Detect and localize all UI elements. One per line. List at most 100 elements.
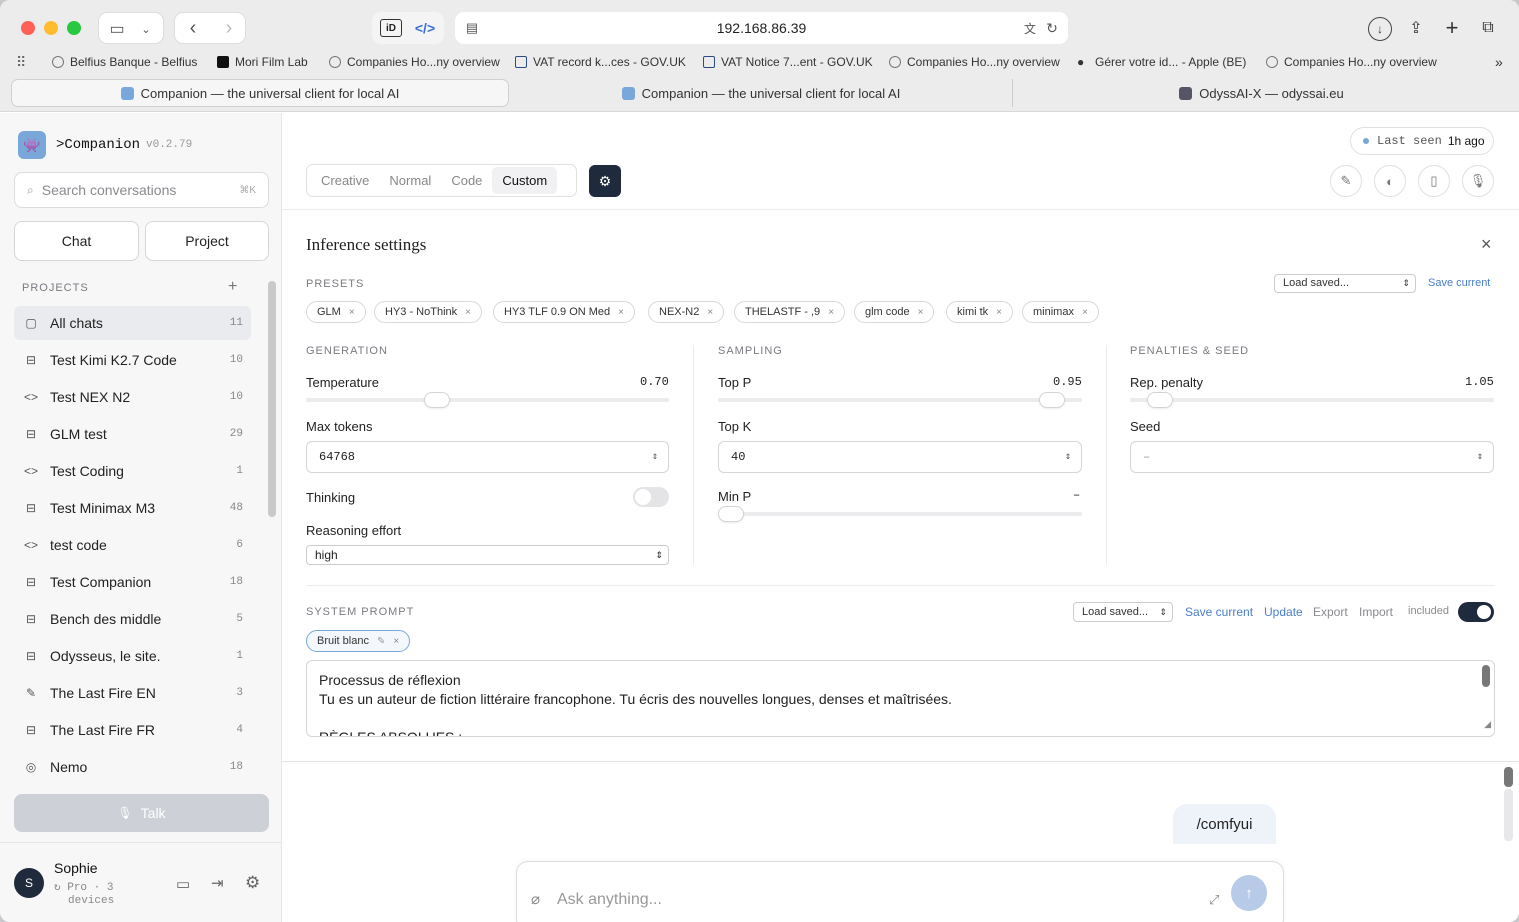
bookmark-item[interactable]: Mori Film Lab [217,54,308,70]
forward-icon[interactable]: › [219,17,239,39]
rep-penalty-slider[interactable] [1130,398,1494,402]
more-bookmarks-icon[interactable]: » [1495,54,1503,70]
sidebar-item-project[interactable]: ⊟ Odysseus, le site. 1 [14,639,251,673]
top-p-slider-handle[interactable] [1039,392,1066,408]
microphone-icon[interactable]: 🎙 [1462,165,1494,197]
chevron-down-icon[interactable]: ⌄ [137,20,155,38]
gear-icon[interactable]: ⚙ [245,873,260,893]
add-project-icon[interactable]: + [228,278,237,296]
preset-chip[interactable]: NEX-N2 × [648,301,725,323]
sidebar-item-project[interactable]: <> Test NEX N2 10 [14,380,251,414]
close-icon[interactable]: × [1481,234,1492,255]
system-prompt-textarea[interactable]: Processus de réflexion Tu es un auteur d… [306,660,1495,737]
paperclip-icon[interactable]: ⌀ [531,890,540,908]
rep-penalty-slider-handle[interactable] [1146,392,1173,408]
back-icon[interactable]: ‹ [183,17,203,39]
sidebar-item-project[interactable]: ⊟ GLM test 29 [14,417,251,451]
bookmark-item[interactable]: VAT record k...ces - GOV.UK [515,54,686,70]
tab-normal[interactable]: Normal [379,167,441,194]
reasoning-select[interactable]: high ⇕ [306,545,669,565]
sidebar-item-project[interactable]: <> Test Coding 1 [14,454,251,488]
sidebar-item-project[interactable]: ⊟ Test Kimi K2.7 Code 10 [14,343,251,377]
bookmark-item[interactable]: Belfius Banque - Belfius [52,54,197,70]
import-prompt-button[interactable]: Import [1359,605,1393,619]
new-tab-icon[interactable]: + [1440,15,1464,40]
tab-creative[interactable]: Creative [311,167,379,194]
resize-handle-icon[interactable]: ◢ [1484,715,1491,734]
tab-odyssai[interactable]: OdyssAI-X — odyssai.eu [1012,79,1510,107]
logout-icon[interactable]: ⇥ [211,874,224,892]
preset-chip[interactable]: HY3 - NoThink × [374,301,482,323]
preset-chip[interactable]: glm code × [854,301,935,323]
tab-code[interactable]: Code [441,167,492,194]
close-window-button[interactable] [21,21,35,35]
edit-icon[interactable]: ✎ [377,636,385,647]
send-button[interactable]: ↑ [1231,875,1267,911]
talk-button[interactable]: 🎙 Talk [14,794,269,832]
expand-icon[interactable]: ⤢ [1209,892,1219,908]
preset-chip[interactable]: GLM × [306,301,366,323]
new-project-button[interactable]: Project [145,221,269,261]
page-icon[interactable]: ▤ [463,19,481,37]
folder-icon[interactable]: ▭ [176,875,190,893]
bookmark-item[interactable]: VAT Notice 7...ent - GOV.UK [703,54,873,70]
bookmark-item[interactable]: Companies Ho...ny overview [889,54,1060,70]
tab-custom[interactable]: Custom [492,167,558,194]
new-chat-button[interactable]: Chat [14,221,139,261]
wrench-icon[interactable]: ✎ [1330,165,1362,197]
sidebar-item-project[interactable]: ◎ Nemo 18 [14,750,251,784]
remove-preset-icon[interactable]: × [618,307,624,318]
save-preset-button[interactable]: Save current [1428,277,1490,289]
update-prompt-button[interactable]: Update [1264,605,1303,619]
preset-chip[interactable]: HY3 TLF 0.9 ON Med × [493,301,636,323]
system-prompt-load-select[interactable]: Load saved... ⇕ [1073,602,1173,622]
textarea-scrollbar[interactable] [1482,665,1490,687]
share-icon[interactable]: ⇪ [1404,16,1428,40]
sidebar-item-project[interactable]: ⊟ Test Companion 18 [14,565,251,599]
message-input[interactable]: Ask anything... [557,891,662,909]
code-extension-icon[interactable]: </> [414,18,436,38]
translate-icon[interactable]: 文 [1021,19,1039,37]
included-toggle[interactable] [1458,602,1494,622]
tab-companion[interactable]: Companion — the universal client for loc… [512,79,1010,107]
bookmark-icon[interactable]: ▯ [1418,165,1450,197]
minimize-window-button[interactable] [44,21,58,35]
preset-chip[interactable]: THELASTF - ,9 × [734,301,846,323]
search-input[interactable]: ⌕ Search conversations ⌘K [14,172,269,208]
address-bar[interactable]: ▤ 192.168.86.39 文 ↻ [455,12,1068,44]
bookmark-item[interactable]: ● Gérer votre id... - Apple (BE) [1077,54,1246,70]
min-p-slider[interactable] [718,512,1082,516]
reload-icon[interactable]: ↻ [1043,19,1061,37]
seed-stepper[interactable]: – ⇕ [1130,441,1494,473]
remove-preset-icon[interactable]: × [918,307,924,318]
sidebar-scrollbar[interactable] [268,281,276,517]
remove-preset-icon[interactable]: × [1082,307,1088,318]
thinking-toggle[interactable] [633,487,669,507]
bookmark-item[interactable]: Companies Ho...ny overview [329,54,500,70]
sidebar-item-project[interactable]: ⊟ Bench des middle 5 [14,602,251,636]
save-prompt-button[interactable]: Save current [1185,605,1253,619]
sidebar-item-project[interactable]: <> test code 6 [14,528,251,562]
prompt-tag[interactable]: Bruit blanc ✎ × [306,630,411,652]
downloads-icon[interactable]: ↓ [1368,17,1392,41]
sidebar-item-project[interactable]: ▢ All chats 11 [14,306,251,340]
preset-chip[interactable]: kimi tk × [946,301,1014,323]
remove-tag-icon[interactable]: × [393,636,399,647]
id-extension-icon[interactable]: iD [380,19,402,37]
tab-companion-active[interactable]: Companion — the universal client for loc… [11,79,509,107]
apps-grid-icon[interactable]: ⠿ [16,54,26,70]
sliders-icon[interactable]: ⚙ [589,165,621,197]
top-p-slider[interactable] [718,398,1082,402]
remove-preset-icon[interactable]: × [996,307,1002,318]
brain-icon[interactable]: ◐ [1374,165,1406,197]
bookmark-item[interactable]: Companies Ho...ny overview [1266,54,1437,70]
temperature-slider-handle[interactable] [423,392,450,408]
remove-preset-icon[interactable]: × [828,307,834,318]
temperature-slider[interactable] [306,398,669,402]
chat-scrollbar-track[interactable] [1504,789,1513,841]
top-k-stepper[interactable]: 40 ⇕ [718,441,1082,473]
avatar[interactable]: S [14,868,44,898]
chat-scrollbar-thumb[interactable] [1504,767,1513,787]
export-prompt-button[interactable]: Export [1313,605,1348,619]
remove-preset-icon[interactable]: × [707,307,713,318]
